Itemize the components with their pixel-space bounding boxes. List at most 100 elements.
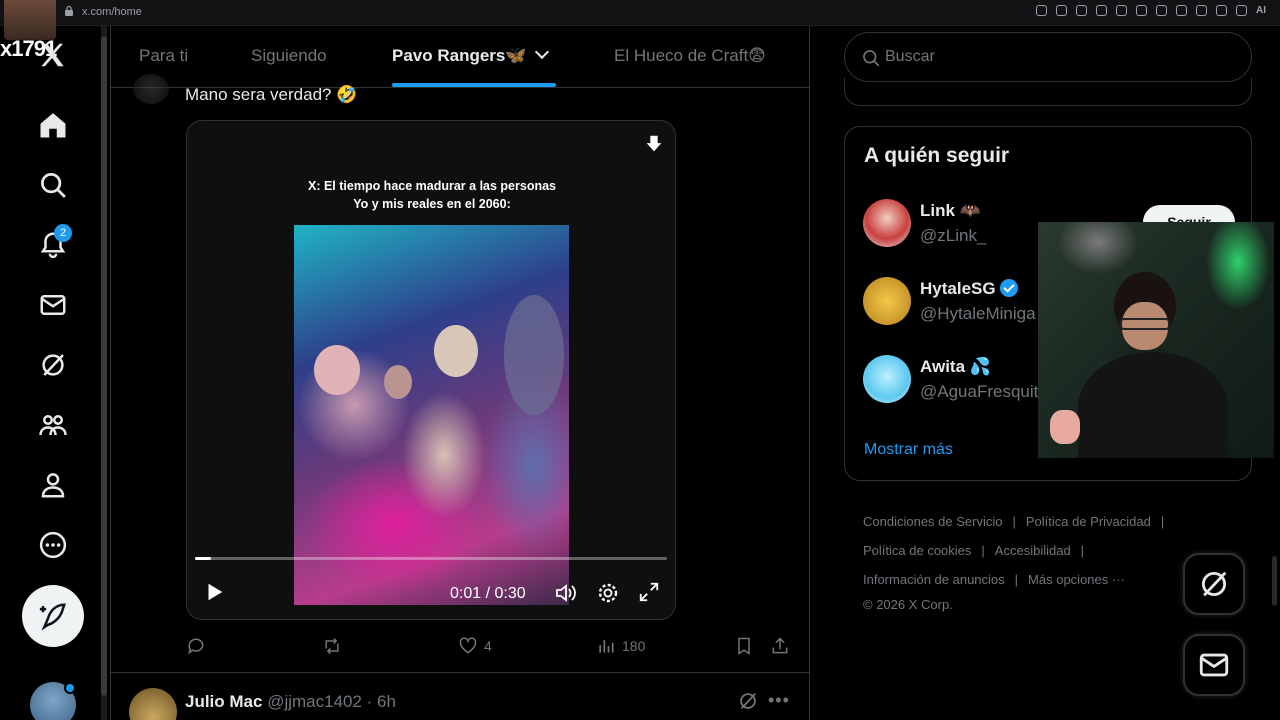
user-name[interactable]: Link 🦇 <box>920 201 981 221</box>
search-placeholder: Buscar <box>885 48 935 65</box>
video-controls: 0:01 / 0:30 <box>187 579 675 609</box>
tab-el-hueco-de-craft[interactable]: El Hueco de Craft😨 <box>614 46 766 66</box>
tab-pavo-rangers-label: Pavo Rangers🦋 <box>392 46 527 65</box>
lock-icon <box>64 5 74 19</box>
volume-icon[interactable] <box>554 581 578 605</box>
notifications-badge: 2 <box>54 224 72 242</box>
bookmark-icon <box>738 637 750 655</box>
streamer-webcam <box>1038 222 1274 458</box>
tab-pavo-rangers[interactable]: Pavo Rangers🦋 <box>392 44 549 66</box>
tweet-video-card[interactable]: X: El tiempo hace madurar a las personas… <box>186 120 676 620</box>
user-avatar[interactable] <box>863 199 911 247</box>
privacy-link[interactable]: Política de Privacidad <box>1026 514 1151 529</box>
share-button[interactable] <box>770 636 790 656</box>
more-icon[interactable] <box>36 528 70 562</box>
video-person <box>384 365 412 399</box>
messages-floating-button[interactable] <box>1183 634 1245 696</box>
play-icon[interactable] <box>1136 5 1147 16</box>
video-timecode: 0:01 / 0:30 <box>450 585 526 602</box>
pen-icon[interactable] <box>1236 5 1247 16</box>
timeline-tabs: Para ti Siguiendo Pavo Rangers🦋 El Hueco… <box>111 26 809 88</box>
tab-siguiendo[interactable]: Siguiendo <box>251 46 327 66</box>
repost-button[interactable] <box>322 636 342 656</box>
who-to-follow-title: A quién seguir <box>864 144 1010 167</box>
user-avatar[interactable] <box>863 355 911 403</box>
verified-badge-icon <box>999 279 1018 297</box>
settings-gear-icon[interactable] <box>596 581 620 605</box>
heart-icon[interactable] <box>1156 5 1167 16</box>
ads-info-link[interactable]: Información de anuncios <box>863 572 1005 587</box>
account-avatar[interactable] <box>30 682 76 720</box>
video-person <box>434 325 478 377</box>
more-options-link[interactable]: Más opciones ··· <box>1028 572 1125 587</box>
home-icon[interactable] <box>36 108 70 142</box>
accessibility-link[interactable]: Accesibilidad <box>995 543 1071 558</box>
video-person <box>504 295 564 415</box>
search-box[interactable]: Buscar <box>844 32 1252 82</box>
next-tweet-avatar[interactable] <box>129 688 177 720</box>
video-person <box>314 345 360 395</box>
block-icon[interactable] <box>1116 5 1127 16</box>
extensions-bar: AI <box>1036 5 1266 16</box>
more-options-icon[interactable]: ••• <box>768 690 790 711</box>
user-handle: @HytaleMiniga <box>920 304 1036 323</box>
video-frame[interactable] <box>294 225 569 605</box>
copyright: © 2026 X Corp. <box>863 597 953 612</box>
search-icon[interactable] <box>36 168 70 202</box>
reply-button[interactable] <box>186 636 206 656</box>
caption-line-2: Yo y mis reales en el 2060: <box>353 197 511 211</box>
puzzle-icon[interactable] <box>1176 5 1187 16</box>
terms-link[interactable]: Condiciones de Servicio <box>863 514 1002 529</box>
share-icon <box>772 637 788 654</box>
grok-icon[interactable] <box>737 690 759 712</box>
post-button[interactable] <box>22 585 84 647</box>
ai-button[interactable]: AI <box>1256 5 1266 16</box>
bookmark-icon[interactable] <box>1076 5 1087 16</box>
left-scrollbar[interactable] <box>101 26 107 720</box>
mail-icon[interactable] <box>36 288 70 322</box>
chevron-down-icon[interactable] <box>534 44 549 60</box>
cookies-link[interactable]: Política de cookies <box>863 543 971 558</box>
shield-icon[interactable] <box>1096 5 1107 16</box>
user-handle: @AguaFresquit <box>920 382 1039 401</box>
browser-toolbar: x.com/home AI <box>0 0 1280 26</box>
profile-icon[interactable] <box>36 468 70 502</box>
webcam-glasses <box>1120 318 1170 330</box>
tweet-actions: 4 180 <box>186 636 794 660</box>
views-button[interactable]: 180 <box>596 636 645 656</box>
x-logo-icon[interactable] <box>38 40 68 70</box>
reply-icon <box>188 638 204 655</box>
user-name[interactable]: Awita 💦 <box>920 357 991 377</box>
like-button[interactable]: 4 <box>458 636 492 656</box>
grok-icon[interactable] <box>36 348 70 382</box>
next-tweet-header: Julio Mac @jjmac1402 · 6h <box>185 692 396 712</box>
active-tab-indicator <box>392 83 556 87</box>
right-scrollbar[interactable] <box>1272 26 1278 720</box>
play-icon[interactable] <box>203 581 225 603</box>
extension-icon[interactable] <box>1056 5 1067 16</box>
zoom-icon[interactable] <box>1036 5 1047 16</box>
separator: | <box>1080 543 1085 558</box>
download-arrow-icon[interactable] <box>643 133 665 155</box>
analytics-icon <box>599 640 614 653</box>
next-tweet-name[interactable]: Julio Mac <box>185 692 262 711</box>
communities-icon[interactable] <box>36 408 70 442</box>
user-avatar[interactable] <box>863 277 911 325</box>
video-progress-bar[interactable] <box>195 557 667 560</box>
grok-icon <box>1201 571 1227 597</box>
separator: | <box>1160 514 1165 529</box>
heart-outline-icon <box>459 637 477 654</box>
user-name-text: HytaleSG <box>920 279 996 298</box>
tweet-author-avatar[interactable] <box>133 74 169 104</box>
address-bar[interactable]: x.com/home <box>64 5 142 19</box>
user-name[interactable]: HytaleSG <box>920 279 1018 299</box>
grok-floating-button[interactable] <box>1183 553 1245 615</box>
timeline: Para ti Siguiendo Pavo Rangers🦋 El Hueco… <box>110 26 810 720</box>
mail-icon <box>1199 653 1229 677</box>
tab-para-ti[interactable]: Para ti <box>139 46 188 66</box>
show-more-link[interactable]: Mostrar más <box>864 441 953 459</box>
download-icon[interactable] <box>1216 5 1227 16</box>
fullscreen-icon[interactable] <box>638 581 660 603</box>
bookmark-button[interactable] <box>734 636 754 656</box>
share-icon[interactable] <box>1196 5 1207 16</box>
